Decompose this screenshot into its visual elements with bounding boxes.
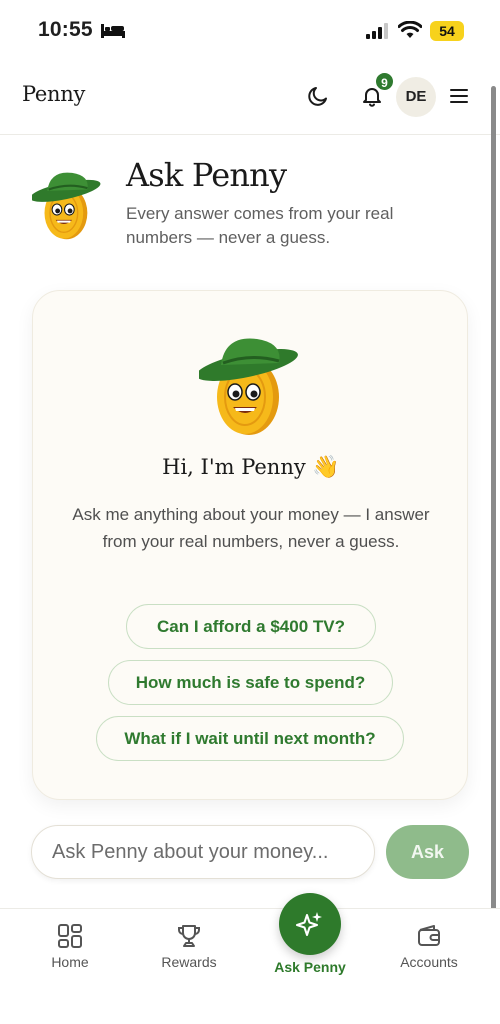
nav-label-rewards: Rewards xyxy=(161,954,217,970)
ask-input[interactable] xyxy=(31,825,375,879)
penny-mascot-icon xyxy=(32,172,101,240)
status-bar: 10:55 54 xyxy=(0,0,500,62)
moon-icon[interactable] xyxy=(306,84,330,108)
nav-label-ask-penny: Ask Penny xyxy=(274,959,346,975)
penny-mascot-icon xyxy=(199,338,298,435)
grid-icon xyxy=(58,924,82,948)
wifi-icon xyxy=(398,21,422,38)
greeting-text: Hi, I'm Penny xyxy=(162,455,306,479)
page-subtitle: Every answer comes from your real number… xyxy=(126,204,394,247)
signal-icon xyxy=(366,23,388,39)
suggestion-chip[interactable]: Can I afford a $400 TV? xyxy=(126,604,376,649)
battery-indicator: 54 xyxy=(430,21,464,41)
suggestion-chip[interactable]: How much is safe to spend? xyxy=(108,660,393,705)
nav-item-home[interactable]: Home xyxy=(15,909,125,989)
sparkle-icon xyxy=(296,912,322,936)
brand-logo[interactable]: Penny xyxy=(22,82,85,106)
app-bar: Penny 9 DE xyxy=(0,62,500,135)
wave-emoji: 👋 xyxy=(312,455,340,480)
nav-item-accounts[interactable]: Accounts xyxy=(374,909,484,989)
intro-text: Ask me anything about your money — I ans… xyxy=(72,505,430,551)
ask-button[interactable]: Ask xyxy=(386,825,469,879)
suggestion-chip[interactable]: What if I wait until next month? xyxy=(96,716,404,761)
trophy-icon xyxy=(178,925,200,947)
nav-item-ask-penny[interactable]: Ask Penny xyxy=(254,893,366,989)
status-time: 10:55 xyxy=(38,18,93,41)
notification-badge: 9 xyxy=(374,71,395,92)
ask-penny-fab[interactable] xyxy=(279,893,341,955)
chat-card: Hi, I'm Penny 👋 Ask me anything about yo… xyxy=(32,290,468,800)
nav-label-home: Home xyxy=(51,954,89,970)
menu-icon[interactable] xyxy=(449,86,469,106)
greeting: Hi, I'm Penny 👋 xyxy=(33,455,469,480)
bottom-nav: Home Rewards Ask Penny Accounts xyxy=(0,893,500,1024)
wallet-icon xyxy=(418,925,440,946)
avatar[interactable]: DE xyxy=(396,77,436,117)
nav-label-accounts: Accounts xyxy=(400,954,458,970)
page-title: Ask Penny xyxy=(126,156,287,194)
scrollbar[interactable] xyxy=(491,86,496,964)
nav-item-rewards[interactable]: Rewards xyxy=(134,909,244,989)
bed-icon xyxy=(101,24,125,38)
